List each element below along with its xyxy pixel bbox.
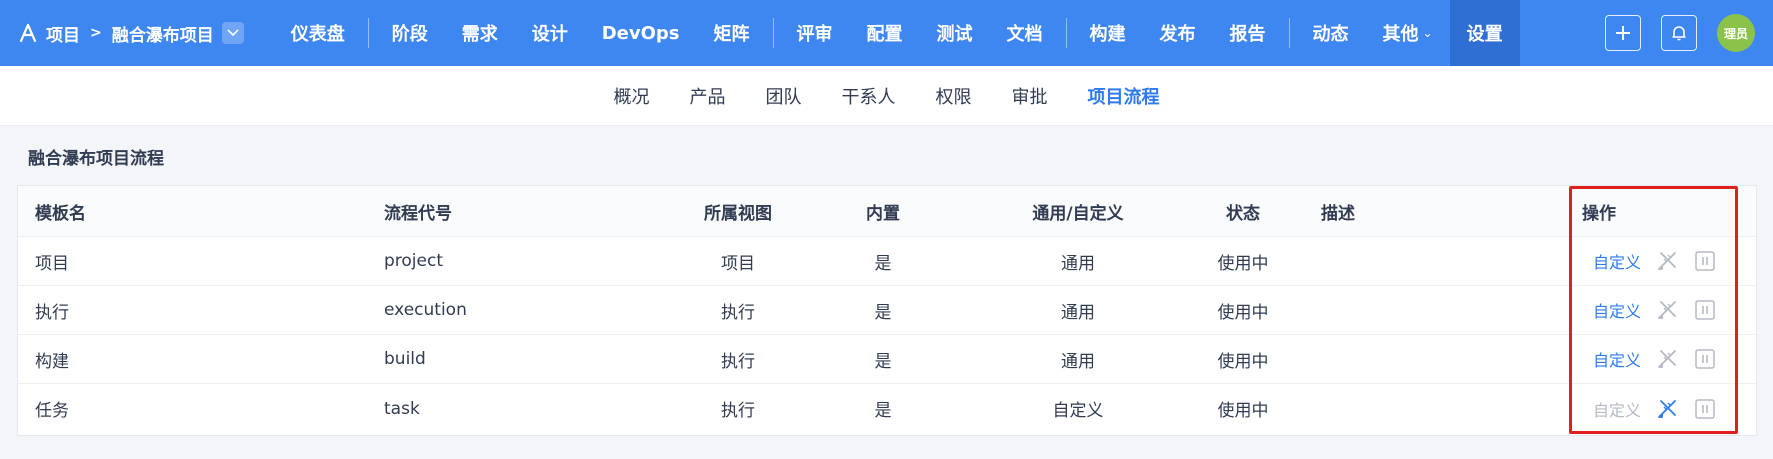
chevron-down-icon: ⌄ [1422, 26, 1433, 40]
tab-team[interactable]: 团队 [746, 83, 822, 109]
cell-code: execution [384, 300, 467, 320]
nav-divider [1065, 18, 1067, 48]
cell-type: 自定义 [1052, 401, 1104, 421]
nav-activity[interactable]: 动态 [1296, 0, 1366, 66]
cell-code: build [384, 349, 426, 369]
cell-type: 通用 [1061, 253, 1095, 274]
cell-view: 执行 [721, 351, 755, 372]
cell-status: 使用中 [1217, 401, 1269, 421]
nav-release[interactable]: 发布 [1143, 0, 1213, 66]
col-header-code: 流程代号 [384, 203, 452, 224]
design-icon[interactable] [1655, 249, 1679, 273]
design-icon[interactable] [1655, 298, 1679, 322]
plus-icon [1616, 26, 1630, 40]
notification-button[interactable] [1661, 15, 1697, 51]
nav-matrix[interactable]: 矩阵 [697, 0, 767, 66]
nav-divider [367, 18, 369, 48]
cell-builtin: 是 [874, 401, 892, 421]
table-row: 构建 build 执行 是 通用 使用中 自定义 [18, 335, 1756, 384]
cell-code: task [384, 398, 420, 419]
avatar[interactable]: 理员 [1717, 14, 1755, 52]
nav-review[interactable]: 评审 [780, 0, 850, 66]
nav-settings[interactable]: 设置 [1449, 0, 1520, 66]
cell-name: 项目 [35, 253, 69, 274]
col-header-type: 通用/自定义 [1032, 203, 1124, 224]
tab-project-workflow[interactable]: 项目流程 [1068, 83, 1180, 109]
chevron-right-icon: > [90, 25, 102, 41]
col-header-status: 状态 [1226, 203, 1260, 224]
table-header-row: 模板名 流程代号 所属视图 内置 通用/自定义 状态 描述 操作 [18, 186, 1756, 237]
nav-config[interactable]: 配置 [850, 0, 920, 66]
cell-actions: 自定义 [1593, 384, 1717, 433]
nav-test[interactable]: 测试 [920, 0, 990, 66]
col-header-name: 模板名 [35, 203, 86, 224]
col-header-desc: 描述 [1321, 203, 1355, 224]
nav-report[interactable]: 报告 [1213, 0, 1283, 66]
cell-builtin: 是 [874, 302, 892, 323]
cell-actions: 自定义 [1593, 286, 1717, 334]
design-icon[interactable] [1655, 397, 1679, 421]
cell-code: project [384, 251, 444, 271]
bell-icon [1672, 26, 1686, 41]
cell-status: 使用中 [1217, 351, 1269, 372]
pause-icon[interactable] [1693, 397, 1717, 421]
design-icon[interactable] [1655, 347, 1679, 371]
cell-builtin: 是 [874, 253, 892, 274]
nav-more[interactable]: 其他 ⌄ [1366, 0, 1450, 66]
cell-builtin: 是 [874, 351, 892, 372]
customize-link[interactable]: 自定义 [1593, 347, 1641, 371]
cell-status: 使用中 [1217, 253, 1269, 274]
cell-actions: 自定义 [1593, 237, 1717, 285]
nav-build[interactable]: 构建 [1073, 0, 1143, 66]
tab-permission[interactable]: 权限 [916, 83, 992, 109]
table-row: 任务 task 执行 是 自定义 使用中 自定义 [18, 384, 1756, 433]
top-navbar: 项目 > 融合瀑布项目 仪表盘 阶段 需求 设计 DevOps 矩阵 评审 配置… [0, 0, 1773, 66]
col-header-builtin: 内置 [866, 203, 900, 224]
col-header-actions: 操作 [1582, 203, 1616, 224]
pause-icon[interactable] [1693, 249, 1717, 273]
customize-link[interactable]: 自定义 [1593, 298, 1641, 322]
pause-icon[interactable] [1693, 298, 1717, 322]
project-switch-button[interactable] [221, 22, 244, 44]
page-title: 融合瀑布项目流程 [28, 149, 164, 169]
tab-product[interactable]: 产品 [670, 83, 746, 109]
nav-docs[interactable]: 文档 [990, 0, 1060, 66]
tab-overview[interactable]: 概况 [594, 83, 670, 109]
workflow-table: 模板名 流程代号 所属视图 内置 通用/自定义 状态 描述 操作 项目 proj… [17, 185, 1757, 436]
tab-stakeholder[interactable]: 干系人 [822, 83, 916, 109]
header-tools: 理员 [1605, 0, 1755, 66]
project-logo-icon [19, 23, 37, 43]
cell-type: 通用 [1061, 302, 1095, 323]
nav-design[interactable]: 设计 [515, 0, 585, 66]
table-row: 执行 execution 执行 是 通用 使用中 自定义 [18, 286, 1756, 335]
pause-icon[interactable] [1693, 347, 1717, 371]
cell-actions: 自定义 [1593, 335, 1717, 383]
tab-approval[interactable]: 审批 [992, 83, 1068, 109]
project-name[interactable]: 融合瀑布项目 [112, 21, 214, 46]
cell-status: 使用中 [1217, 302, 1269, 323]
cell-name: 构建 [35, 351, 69, 372]
nav-devops[interactable]: DevOps [585, 0, 697, 66]
customize-link: 自定义 [1593, 400, 1642, 420]
cell-view: 执行 [721, 401, 755, 421]
col-header-view: 所属视图 [704, 203, 772, 224]
nav-requirement[interactable]: 需求 [445, 0, 515, 66]
cell-name: 任务 [35, 401, 69, 421]
main-nav: 仪表盘 阶段 需求 设计 DevOps 矩阵 评审 配置 测试 文档 构建 发布… [274, 0, 1520, 66]
create-button[interactable] [1605, 15, 1641, 51]
breadcrumb-root[interactable]: 项目 [46, 21, 80, 46]
table-row: 项目 project 项目 是 通用 使用中 自定义 [18, 237, 1756, 286]
nav-dashboard[interactable]: 仪表盘 [274, 0, 362, 66]
cell-type: 通用 [1061, 351, 1095, 372]
nav-stage[interactable]: 阶段 [375, 0, 445, 66]
nav-divider [772, 18, 774, 48]
customize-link[interactable]: 自定义 [1593, 249, 1641, 273]
nav-divider [1288, 18, 1290, 48]
breadcrumb: 项目 > 融合瀑布项目 [0, 0, 244, 66]
settings-subnav: 概况 产品 团队 干系人 权限 审批 项目流程 [0, 66, 1773, 126]
chevron-down-icon [227, 29, 239, 37]
cell-view: 项目 [721, 253, 755, 274]
cell-view: 执行 [721, 302, 755, 323]
cell-name: 执行 [35, 302, 69, 323]
